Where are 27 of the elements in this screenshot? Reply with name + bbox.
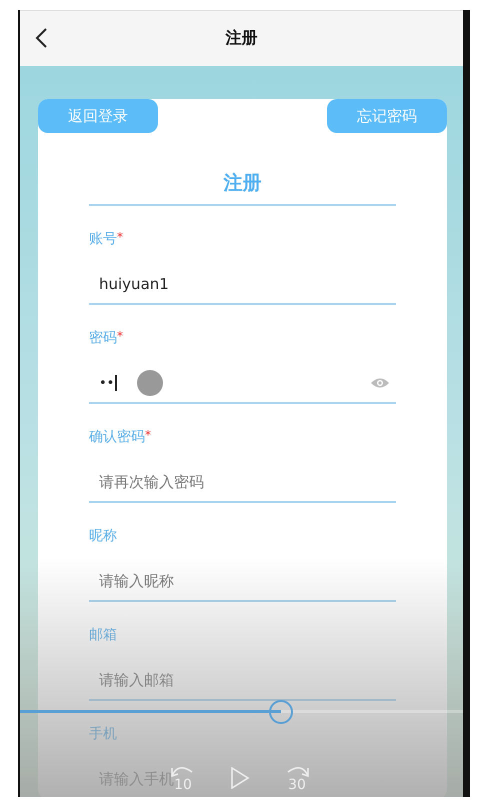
field-label: 昵称	[89, 527, 117, 545]
touch-dot-icon	[136, 370, 163, 396]
required-mark: *	[117, 230, 123, 244]
eye-icon[interactable]	[370, 377, 390, 389]
forgot-password-button[interactable]: 忘记密码	[327, 99, 447, 133]
field-label: 账号	[89, 230, 117, 248]
field-label: 邮箱	[89, 626, 117, 644]
back-icon[interactable]	[34, 27, 48, 49]
back-to-login-button[interactable]: 返回登录	[38, 99, 158, 133]
input-field[interactable]: 请输入昵称	[89, 562, 396, 602]
field-label: 确认密码	[89, 428, 145, 446]
password-field[interactable]: ••	[89, 364, 396, 404]
field-label: 密码	[89, 329, 117, 347]
field-value: ••	[99, 376, 114, 390]
rewind-button[interactable]: 10	[170, 764, 196, 792]
field-label: 手机	[89, 725, 117, 743]
input-field[interactable]: 请再次输入密码	[89, 463, 396, 503]
input-field[interactable]: huiyuan1	[89, 265, 396, 305]
required-mark: *	[117, 329, 123, 343]
page-title: 注册	[226, 28, 258, 49]
play-icon[interactable]	[230, 767, 250, 789]
progress-handle[interactable]	[269, 700, 294, 724]
video-progress-bar[interactable]	[20, 710, 463, 713]
required-mark: *	[145, 428, 151, 442]
form-title: 注册	[89, 170, 396, 206]
input-field[interactable]: 请输入邮箱	[89, 661, 396, 701]
forward-button[interactable]: 30	[284, 764, 310, 792]
